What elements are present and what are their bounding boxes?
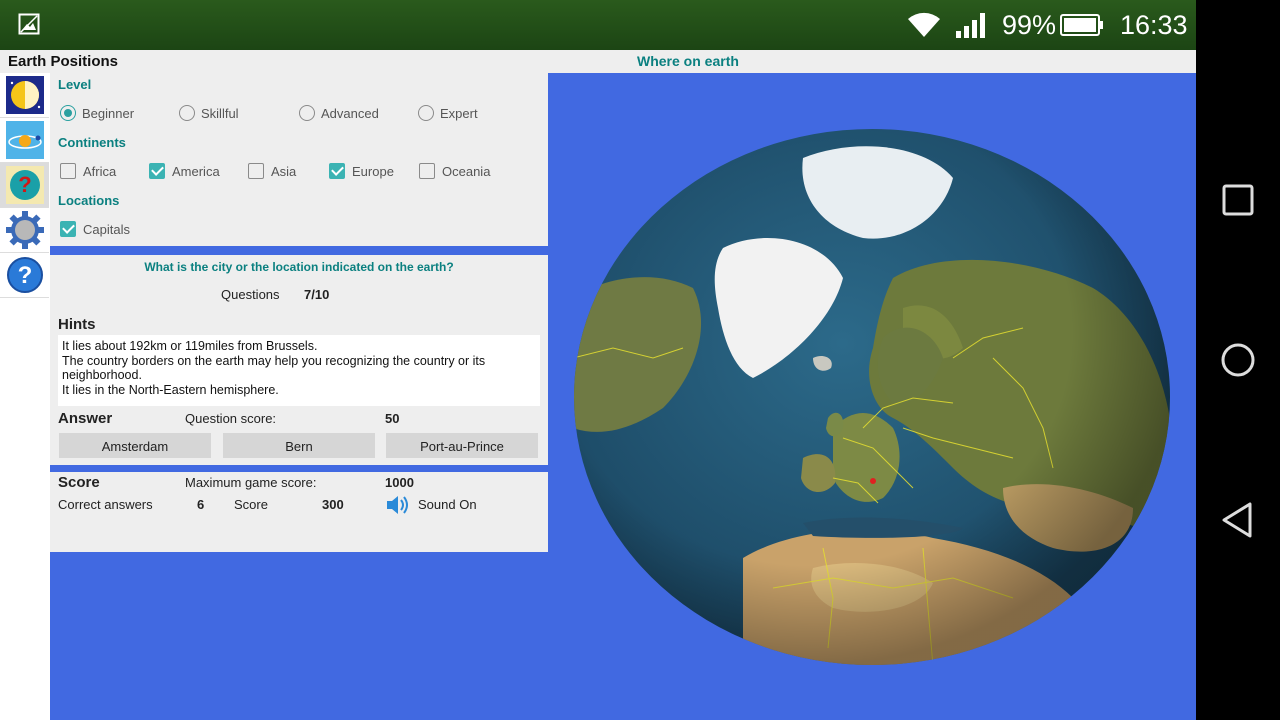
help-icon: ? bbox=[6, 257, 43, 293]
settings-gear-icon bbox=[5, 211, 44, 249]
max-score-label: Maximum game score: bbox=[185, 475, 317, 490]
day-night-icon bbox=[5, 76, 44, 114]
level-option-skillful[interactable]: Skillful bbox=[179, 105, 239, 121]
level-option-beginner[interactable]: Beginner bbox=[60, 105, 134, 121]
radio-button[interactable] bbox=[418, 105, 434, 121]
checkbox[interactable] bbox=[419, 163, 435, 179]
solar-system-icon bbox=[5, 121, 44, 159]
recents-square-icon[interactable] bbox=[1218, 180, 1258, 220]
sound-toggle[interactable]: Sound On bbox=[418, 497, 477, 512]
continent-option-africa[interactable]: Africa bbox=[60, 163, 116, 179]
sidebar-item-help[interactable]: ? bbox=[0, 253, 49, 298]
correct-answers-value: 6 bbox=[197, 497, 205, 512]
score-label: Score bbox=[58, 474, 100, 491]
answer-label: Answer bbox=[58, 410, 113, 427]
radio-button[interactable] bbox=[60, 105, 76, 121]
score-panel: Score Maximum game score: 1000 Correct a… bbox=[50, 472, 548, 552]
sidebar-item-settings[interactable] bbox=[0, 208, 49, 253]
continent-option-oceania[interactable]: Oceania bbox=[419, 163, 490, 179]
gallery-icon bbox=[18, 13, 40, 35]
level-option-advanced[interactable]: Advanced bbox=[299, 105, 379, 121]
level-label: Level bbox=[58, 77, 92, 92]
wifi-icon bbox=[908, 12, 940, 37]
answer-button-bern[interactable]: Bern bbox=[223, 433, 375, 458]
svg-text:?: ? bbox=[18, 172, 31, 197]
hint-line: It lies in the North-Eastern hemisphere. bbox=[62, 382, 279, 397]
settings-panel: Level Beginner Skillful Advanced Expert … bbox=[50, 73, 548, 246]
question-score-value: 50 bbox=[385, 411, 400, 426]
app-window: Earth Positions Where on earth ? ? Level… bbox=[0, 50, 1196, 720]
questions-label: Questions bbox=[221, 287, 280, 302]
clock: 16:33 bbox=[1120, 10, 1188, 40]
locations-label: Locations bbox=[58, 193, 120, 208]
game-score-value: 300 bbox=[322, 497, 344, 512]
question-text: What is the city or the location indicat… bbox=[144, 260, 454, 274]
max-score-value: 1000 bbox=[385, 475, 414, 490]
sidebar: ? ? bbox=[0, 73, 50, 720]
answer-button-amsterdam[interactable]: Amsterdam bbox=[59, 433, 211, 458]
continent-option-europe[interactable]: Europe bbox=[329, 163, 394, 179]
quiz-panel: What is the city or the location indicat… bbox=[50, 255, 548, 465]
continents-label: Continents bbox=[58, 135, 126, 150]
globe-title: Where on earth bbox=[637, 53, 739, 69]
signal-icon bbox=[956, 13, 985, 38]
sidebar-item-quiz[interactable]: ? bbox=[0, 163, 49, 208]
checkbox[interactable] bbox=[248, 163, 264, 179]
correct-answers-label: Correct answers bbox=[58, 497, 153, 512]
sidebar-item-day-night[interactable] bbox=[0, 73, 49, 118]
sidebar-item-solar-system[interactable] bbox=[0, 118, 49, 163]
checkbox[interactable] bbox=[329, 163, 345, 179]
location-option-capitals[interactable]: Capitals bbox=[60, 221, 130, 237]
svg-text:?: ? bbox=[17, 262, 32, 289]
app-title: Earth Positions bbox=[8, 53, 119, 70]
radio-button[interactable] bbox=[299, 105, 315, 121]
continent-option-america[interactable]: America bbox=[149, 163, 220, 179]
earth-globe[interactable] bbox=[573, 128, 1171, 666]
question-score-label: Question score: bbox=[185, 411, 277, 426]
battery-icon bbox=[1060, 14, 1103, 36]
checkbox[interactable] bbox=[60, 221, 76, 237]
hints-label: Hints bbox=[58, 316, 96, 333]
title-bar: Earth Positions Where on earth bbox=[0, 50, 1196, 73]
back-triangle-icon[interactable] bbox=[1218, 500, 1258, 540]
battery-percent: 99% bbox=[1002, 10, 1057, 40]
radio-button[interactable] bbox=[179, 105, 195, 121]
hint-line: It lies about 192km or 119miles from Bru… bbox=[62, 339, 318, 353]
hints-box: It lies about 192km or 119miles from Bru… bbox=[58, 335, 540, 406]
quiz-icon: ? bbox=[5, 166, 44, 204]
status-bar: 99% 16:33 bbox=[0, 0, 1196, 50]
game-score-label: Score bbox=[234, 497, 268, 512]
speaker-icon[interactable] bbox=[385, 494, 413, 516]
home-circle-icon[interactable] bbox=[1218, 340, 1258, 380]
navigation-bar bbox=[1196, 0, 1280, 720]
checkbox[interactable] bbox=[60, 163, 76, 179]
answer-button-port-au-prince[interactable]: Port-au-Prince bbox=[386, 433, 538, 458]
checkbox[interactable] bbox=[149, 163, 165, 179]
continent-option-asia[interactable]: Asia bbox=[248, 163, 296, 179]
level-option-expert[interactable]: Expert bbox=[418, 105, 478, 121]
hint-line: The country borders on the earth may hel… bbox=[62, 353, 486, 383]
questions-value: 7/10 bbox=[304, 287, 330, 302]
